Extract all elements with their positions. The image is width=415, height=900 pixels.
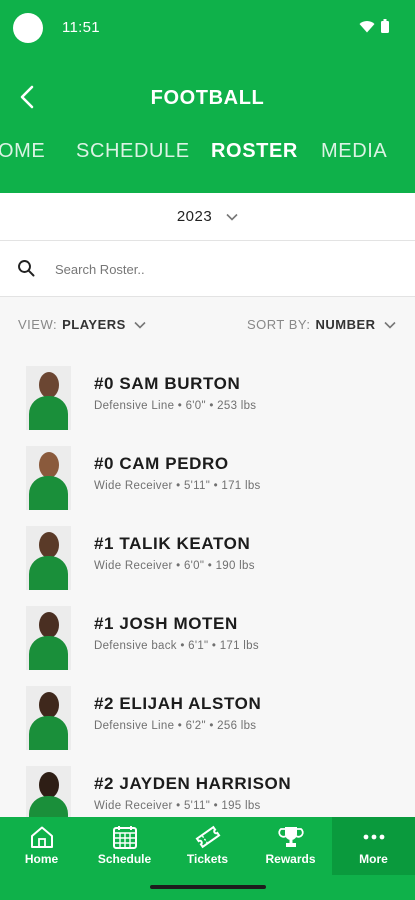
roster-row[interactable]: #2 ELIJAH ALSTON Defensive Line • 6'2" •… bbox=[0, 680, 415, 760]
player-details: Wide Receiver • 5'11" • 171 lbs bbox=[94, 480, 261, 492]
chevron-down-icon bbox=[226, 213, 238, 221]
player-name: #0 CAM PEDRO bbox=[94, 454, 229, 473]
player-photo bbox=[26, 446, 71, 510]
roster-row[interactable]: #1 TALIK KEATON Wide Receiver • 6'0" • 1… bbox=[0, 520, 415, 600]
nav-schedule-label: Schedule bbox=[97, 852, 152, 866]
player-photo bbox=[26, 366, 71, 430]
tab-home[interactable]: OME bbox=[0, 140, 45, 163]
player-details: Defensive Line • 6'0" • 253 lbs bbox=[94, 400, 257, 412]
nav-rewards[interactable]: Rewards bbox=[249, 817, 332, 875]
nav-more[interactable]: More bbox=[332, 817, 415, 875]
bottom-nav: Home Schedule Tickets Rewards More bbox=[0, 817, 415, 875]
chevron-down-icon bbox=[134, 321, 146, 329]
sort-filter-value: NUMBER bbox=[315, 317, 376, 332]
status-icons bbox=[359, 19, 389, 33]
player-name: #0 SAM BURTON bbox=[94, 374, 241, 393]
player-name: #2 ELIJAH ALSTON bbox=[94, 694, 262, 713]
player-details: Wide Receiver • 5'11" • 195 lbs bbox=[94, 800, 261, 812]
calendar-icon bbox=[112, 826, 137, 849]
title-bar: FOOTBALL bbox=[0, 75, 415, 119]
page-title: FOOTBALL bbox=[150, 87, 265, 109]
player-details: Defensive back • 6'1" • 171 lbs bbox=[94, 640, 259, 652]
more-icon bbox=[363, 834, 384, 840]
year-value: 2023 bbox=[176, 208, 213, 225]
sort-filter-label: SORT BY: bbox=[247, 317, 311, 332]
player-name: #2 JAYDEN HARRISON bbox=[94, 774, 292, 793]
filter-bar: VIEW: PLAYERS SORT BY: NUMBER bbox=[0, 297, 415, 353]
roster-row[interactable]: #2 JAYDEN HARRISON Wide Receiver • 5'11"… bbox=[0, 760, 415, 817]
player-name: #1 TALIK KEATON bbox=[94, 534, 251, 553]
nav-home-label: Home bbox=[24, 852, 59, 866]
player-details: Defensive Line • 6'2" • 256 lbs bbox=[94, 720, 257, 732]
player-photo bbox=[26, 766, 71, 817]
nav-schedule[interactable]: Schedule bbox=[83, 817, 166, 875]
year-selector[interactable]: 2023 bbox=[0, 193, 415, 241]
roster-content: VIEW: PLAYERS SORT BY: NUMBER #0 SAM BUR… bbox=[0, 297, 415, 817]
gesture-area bbox=[0, 875, 415, 900]
ticket-icon bbox=[195, 825, 220, 849]
home-icon bbox=[30, 826, 53, 848]
battery-icon bbox=[381, 19, 389, 33]
section-tabs: OME SCHEDULE ROSTER MEDIA bbox=[0, 140, 415, 180]
nav-tickets-label: Tickets bbox=[186, 852, 229, 866]
nav-tickets[interactable]: Tickets bbox=[166, 817, 249, 875]
roster-row[interactable]: #1 JOSH MOTEN Defensive back • 6'1" • 17… bbox=[0, 600, 415, 680]
app-header: 11:51 FOOTBALL OME SCHEDULE ROSTER MEDIA bbox=[0, 0, 415, 193]
camera-cutout bbox=[13, 13, 43, 43]
status-bar: 11:51 bbox=[0, 0, 415, 56]
roster-row[interactable]: #0 SAM BURTON Defensive Line • 6'0" • 25… bbox=[0, 360, 415, 440]
view-filter[interactable]: VIEW: PLAYERS bbox=[18, 317, 146, 332]
view-filter-value: PLAYERS bbox=[62, 317, 126, 332]
player-photo bbox=[26, 606, 71, 670]
search-input[interactable] bbox=[55, 257, 385, 281]
gesture-handle[interactable] bbox=[150, 885, 266, 889]
search-icon bbox=[18, 260, 35, 277]
player-details: Wide Receiver • 6'0" • 190 lbs bbox=[94, 560, 255, 572]
trophy-icon bbox=[277, 827, 304, 847]
nav-more-label: More bbox=[359, 852, 388, 866]
tab-roster[interactable]: ROSTER bbox=[211, 140, 298, 163]
player-name: #1 JOSH MOTEN bbox=[94, 614, 238, 633]
sort-filter[interactable]: SORT BY: NUMBER bbox=[247, 317, 396, 332]
player-photo bbox=[26, 686, 71, 750]
chevron-down-icon bbox=[383, 321, 396, 329]
status-time: 11:51 bbox=[62, 19, 100, 36]
nav-home[interactable]: Home bbox=[0, 817, 83, 875]
wifi-icon bbox=[359, 20, 375, 32]
roster-row[interactable]: #0 CAM PEDRO Wide Receiver • 5'11" • 171… bbox=[0, 440, 415, 520]
view-filter-label: VIEW: bbox=[18, 317, 58, 332]
nav-rewards-label: Rewards bbox=[265, 852, 316, 866]
tab-media[interactable]: MEDIA bbox=[321, 140, 387, 163]
player-photo bbox=[26, 526, 71, 590]
tab-schedule[interactable]: SCHEDULE bbox=[76, 140, 190, 163]
search-bar bbox=[0, 241, 415, 297]
